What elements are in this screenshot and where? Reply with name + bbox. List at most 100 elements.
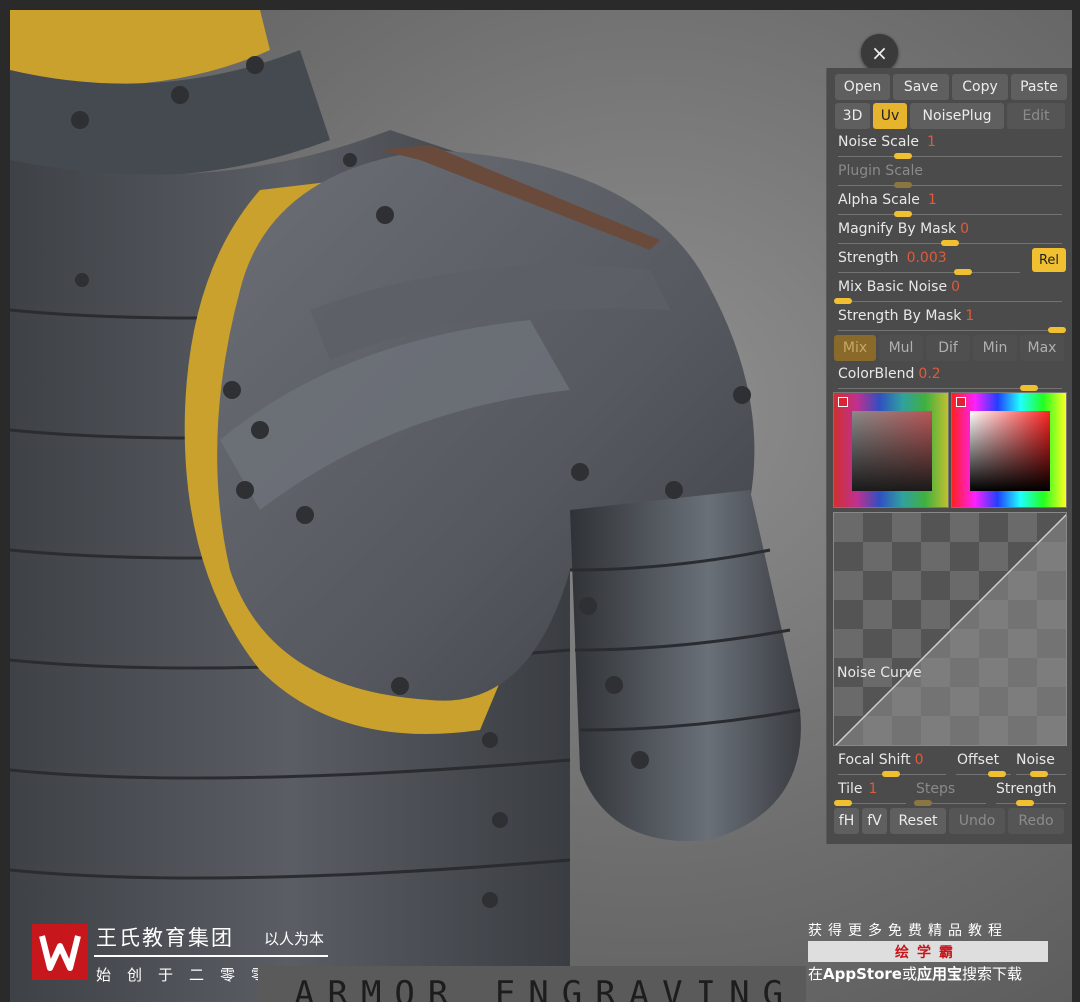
noise-scale-value: 1	[926, 134, 936, 150]
curve-action-row: fH fV Reset Undo Redo	[834, 808, 1064, 834]
reset-button[interactable]: Reset	[890, 808, 946, 834]
strength-by-mask-slider[interactable]: Strength By Mask 1	[838, 308, 1066, 336]
mix-basic-noise-slider[interactable]: Mix Basic Noise 0	[834, 279, 1066, 307]
plugin-scale-label: Plugin Scale	[838, 163, 923, 179]
focal-shift-knob[interactable]	[882, 771, 900, 777]
file-button-row: Open Save Copy Paste	[835, 74, 1067, 100]
strength-by-mask-label: Strength By Mask	[838, 308, 962, 324]
noise-label: Noise	[1016, 752, 1055, 768]
promo-line-1: 获得更多免费精品教程	[808, 923, 1008, 939]
uv-mode-button[interactable]: Uv	[873, 103, 907, 129]
course-title-bar: ARMOR ENGRAVING	[258, 966, 806, 1002]
promo-text: 或	[901, 965, 917, 983]
blend-mul-button[interactable]: Mul	[879, 335, 923, 361]
colorblend-label: ColorBlend	[838, 366, 915, 382]
promo-appstore: AppStore	[823, 965, 902, 983]
magnify-by-mask-value: 0	[960, 221, 970, 237]
slider-track	[838, 330, 1062, 331]
slider-knob[interactable]	[1020, 385, 1038, 391]
steps-knob[interactable]	[914, 800, 932, 806]
brand-divider	[94, 955, 328, 957]
strength-slider[interactable]: Strength 0.003	[838, 250, 1024, 278]
slider-track	[838, 214, 1062, 215]
magnify-by-mask-slider[interactable]: Magnify By Mask 0	[838, 221, 1066, 249]
magnify-by-mask-label: Magnify By Mask	[838, 221, 957, 237]
focal-shift-label: Focal Shift	[838, 752, 911, 768]
blend-max-button[interactable]: Max	[1020, 335, 1064, 361]
blend-dif-button[interactable]: Dif	[926, 335, 970, 361]
slider-knob[interactable]	[834, 298, 852, 304]
color-swatch-indicator	[956, 397, 966, 407]
tile-knob[interactable]	[834, 800, 852, 806]
noiseplug-button[interactable]: NoisePlug	[910, 103, 1004, 129]
curve-graph	[834, 513, 1066, 745]
mix-basic-noise-label: Mix Basic Noise	[838, 279, 948, 295]
colorblend-slider[interactable]: ColorBlend 0.2	[838, 366, 1066, 394]
curve-params-row: Focal Shift 0 Offset Noise	[836, 752, 1068, 780]
blend-mix-button[interactable]: Mix	[834, 335, 876, 361]
copy-button[interactable]: Copy	[952, 74, 1008, 100]
mix-basic-noise-value: 0	[951, 279, 960, 295]
noise-scale-label: Noise Scale	[838, 134, 919, 150]
color-square[interactable]	[970, 411, 1050, 491]
alpha-scale-slider[interactable]: Alpha Scale 1	[838, 192, 1066, 220]
edit-button[interactable]: Edit	[1007, 103, 1065, 129]
color-swatch-indicator	[838, 397, 848, 407]
slider-knob[interactable]	[894, 182, 912, 188]
strength-label: Strength	[838, 250, 899, 266]
slider-track	[838, 185, 1062, 186]
w-logo-icon	[39, 935, 81, 971]
noise-knob[interactable]	[1030, 771, 1048, 777]
alpha-scale-label: Alpha Scale	[838, 192, 920, 208]
slider-knob[interactable]	[954, 269, 972, 275]
noise-curve-label: Noise Curve	[837, 665, 922, 681]
main-color-picker[interactable]	[951, 392, 1067, 508]
slider-knob[interactable]	[1048, 327, 1066, 333]
tile-value: 1	[868, 781, 878, 797]
steps-label: Steps	[916, 781, 956, 797]
open-button[interactable]: Open	[835, 74, 890, 100]
close-button[interactable]: ×	[861, 34, 898, 71]
focal-shift-value: 0	[914, 752, 924, 768]
tile-label: Tile	[838, 781, 863, 797]
mode-button-row: 3D Uv NoisePlug Edit	[835, 103, 1065, 129]
colorblend-value: 0.2	[918, 366, 941, 382]
slider-track	[838, 301, 1062, 302]
promo-text: 搜索下载	[961, 965, 1022, 983]
strength-curve-knob[interactable]	[1016, 800, 1034, 806]
noise-scale-slider[interactable]: Noise Scale 1	[838, 134, 1066, 162]
flip-horizontal-button[interactable]: fH	[834, 808, 859, 834]
blend-min-button[interactable]: Min	[973, 335, 1017, 361]
slider-knob[interactable]	[941, 240, 959, 246]
plugin-scale-slider[interactable]: Plugin Scale	[838, 163, 1066, 191]
alpha-scale-value: 1	[927, 192, 937, 208]
flip-vertical-button[interactable]: fV	[862, 808, 887, 834]
slider-track	[838, 272, 1020, 273]
blend-mode-row: Mix Mul Dif Min Max	[834, 335, 1064, 361]
3d-mode-button[interactable]: 3D	[835, 103, 870, 129]
promo-line-2: 在AppStore或应用宝搜索下载	[808, 963, 1022, 984]
color-square[interactable]	[852, 411, 932, 491]
brand-title: 王氏教育集团	[96, 926, 234, 950]
strength-by-mask-value: 1	[965, 308, 975, 324]
slider-knob[interactable]	[894, 153, 912, 159]
secondary-color-picker[interactable]	[833, 392, 949, 508]
brand-motto: 以人为本	[264, 930, 325, 948]
strength-curve-label: Strength	[996, 781, 1057, 797]
redo-button[interactable]: Redo	[1008, 808, 1064, 834]
rel-button[interactable]: Rel	[1032, 248, 1066, 272]
save-button[interactable]: Save	[893, 74, 949, 100]
course-title: ARMOR ENGRAVING	[294, 974, 797, 1002]
undo-button[interactable]: Undo	[949, 808, 1005, 834]
promo-app-market: 应用宝	[916, 965, 962, 983]
noise-curve-editor[interactable]: Noise Curve	[833, 512, 1067, 746]
promo-brand: 绘学霸	[808, 941, 1048, 962]
tile-params-row: Tile 1 Steps Strength	[834, 781, 1068, 809]
brand-logo	[32, 924, 88, 980]
slider-knob[interactable]	[894, 211, 912, 217]
paste-button[interactable]: Paste	[1011, 74, 1067, 100]
promo-text: 在	[808, 965, 824, 983]
offset-label: Offset	[957, 752, 1000, 768]
strength-value: 0.003	[906, 250, 947, 266]
offset-knob[interactable]	[988, 771, 1006, 777]
